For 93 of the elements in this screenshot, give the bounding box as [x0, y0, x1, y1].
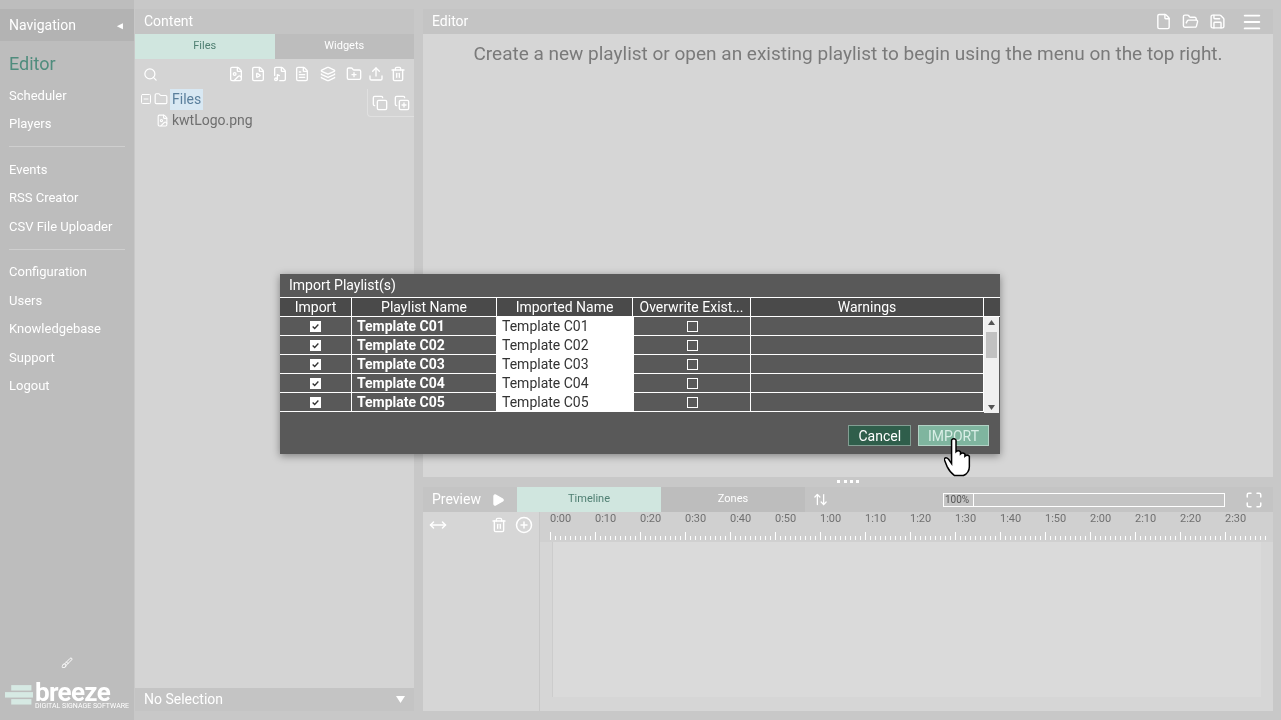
- time-label: 0:30: [685, 512, 708, 527]
- tab[interactable]: Zones: [661, 487, 805, 512]
- time-label: 1:40: [1000, 512, 1023, 527]
- nav-item[interactable]: Players: [9, 109, 125, 138]
- scroll-down-icon[interactable]: [988, 405, 995, 410]
- tree-item[interactable]: kwtLogo.png: [172, 109, 253, 131]
- collapse-all-icon[interactable]: [372, 94, 388, 111]
- dropdown-caret-icon: [396, 696, 405, 703]
- document-file-icon[interactable]: [294, 66, 310, 82]
- cancel-button[interactable]: Cancel: [848, 425, 912, 446]
- time-label: 2:30: [1225, 512, 1248, 527]
- video-file-icon[interactable]: [250, 66, 266, 82]
- name-field[interactable]: Template C01: [497, 317, 633, 335]
- time-label: 1:20: [910, 512, 933, 527]
- nav-item[interactable]: Knowledgebase: [9, 314, 125, 343]
- nav-item[interactable]: RSS Creator: [9, 183, 125, 212]
- checkbox[interactable]: [686, 339, 698, 351]
- panel-title: Content: [135, 9, 414, 34]
- tree-item[interactable]: Files: [170, 88, 204, 110]
- scroll-thumb[interactable]: [986, 332, 997, 358]
- time-label: 0:40: [730, 512, 753, 527]
- time-label: 1:10: [865, 512, 888, 527]
- import-button[interactable]: IMPORT: [918, 425, 989, 446]
- checkbox[interactable]: [310, 320, 321, 332]
- open-folder-icon[interactable]: [1182, 13, 1199, 30]
- checkbox[interactable]: [686, 358, 698, 370]
- checkbox[interactable]: [310, 358, 321, 370]
- tab[interactable]: Files: [135, 34, 275, 59]
- nav-item[interactable]: Configuration: [9, 257, 125, 286]
- checkbox[interactable]: [310, 339, 321, 351]
- panel-title: Editor: [432, 12, 469, 31]
- time-label: 0:10: [595, 512, 618, 527]
- name-field[interactable]: Template C03: [497, 355, 633, 373]
- checkbox[interactable]: [310, 396, 321, 408]
- checkbox[interactable]: [686, 396, 698, 408]
- panel-title: Navigation: [9, 15, 76, 35]
- time-label: 1:50: [1045, 512, 1068, 527]
- panel-title: Preview: [431, 490, 482, 509]
- collapse-button[interactable]: ◄: [115, 17, 125, 33]
- time-label: 1:00: [820, 512, 843, 527]
- search-icon[interactable]: [143, 66, 158, 82]
- new-file-icon[interactable]: [1155, 13, 1172, 30]
- nav-item[interactable]: Events: [9, 155, 125, 184]
- save-icon[interactable]: [1209, 13, 1226, 30]
- time-label: 2:00: [1090, 512, 1113, 527]
- swap-icon[interactable]: [813, 492, 828, 507]
- column-header[interactable]: Import: [280, 298, 352, 316]
- scroll-up-icon[interactable]: [988, 320, 995, 325]
- image-file-icon[interactable]: [228, 66, 244, 82]
- zoom-bar[interactable]: 100%: [943, 492, 1225, 507]
- expand-all-icon[interactable]: [394, 94, 410, 111]
- add-icon[interactable]: [515, 516, 533, 534]
- new-folder-icon[interactable]: [346, 66, 362, 82]
- layers-icon[interactable]: [320, 66, 336, 82]
- name-field[interactable]: Template C05: [497, 393, 633, 411]
- delete-icon[interactable]: [491, 517, 507, 533]
- scrollbar[interactable]: [984, 317, 999, 413]
- column-header[interactable]: Warnings: [751, 298, 984, 316]
- checkbox[interactable]: [686, 320, 698, 332]
- nav-item[interactable]: Logout: [9, 371, 125, 400]
- play-icon[interactable]: [491, 492, 505, 507]
- resize-handle[interactable]: [837, 480, 859, 484]
- folder-icon: [154, 92, 168, 106]
- image-file-icon: [156, 113, 169, 127]
- column-header[interactable]: Overwrite Exist...: [633, 298, 751, 316]
- nav-item[interactable]: Users: [9, 286, 125, 315]
- upload-icon[interactable]: [368, 66, 384, 82]
- time-label: 0:20: [640, 512, 663, 527]
- selection-dropdown[interactable]: No Selection: [135, 688, 414, 711]
- brush-icon[interactable]: [61, 657, 73, 669]
- name-field[interactable]: Template C02: [497, 336, 633, 354]
- checkbox[interactable]: [310, 377, 321, 389]
- fullscreen-icon[interactable]: [1245, 490, 1263, 509]
- nav-item[interactable]: Support: [9, 343, 125, 372]
- checkbox[interactable]: [686, 377, 698, 389]
- nav-item[interactable]: CSV File Uploader: [9, 212, 125, 241]
- editor-message: Create a new playlist or open an existing playlist to begin using the menu on the top right.: [473, 41, 1223, 67]
- delete-icon[interactable]: [390, 66, 406, 82]
- dialog-title: Import Playlist(s): [288, 276, 397, 296]
- collapse-icon[interactable]: [140, 93, 152, 105]
- nav-item[interactable]: Editor: [9, 45, 125, 81]
- time-label: 1:30: [955, 512, 978, 527]
- audio-file-icon[interactable]: [272, 66, 288, 82]
- column-header[interactable]: Imported Name: [497, 298, 633, 316]
- nav-item[interactable]: Scheduler: [9, 81, 125, 110]
- time-label: 2:20: [1180, 512, 1203, 527]
- column-header[interactable]: Playlist Name: [352, 298, 497, 316]
- tab[interactable]: Timeline: [517, 487, 661, 512]
- time-label: 0:00: [550, 512, 573, 527]
- tab[interactable]: Widgets: [274, 34, 414, 59]
- time-label: 2:10: [1135, 512, 1158, 527]
- name-field[interactable]: Template C04: [497, 374, 633, 392]
- time-label: 0:50: [775, 512, 798, 527]
